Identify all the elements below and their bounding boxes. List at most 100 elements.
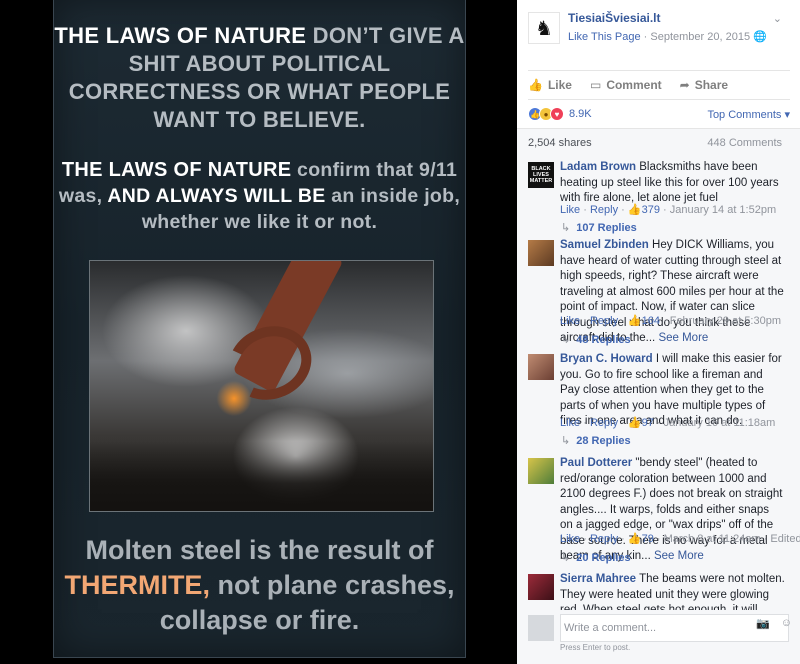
comment-meta: Like · Reply · 👍79 · March 8 at 11:24am … <box>560 532 800 545</box>
comment-like-link[interactable]: Like <box>560 417 580 429</box>
replies-label: 48 Replies <box>576 334 631 346</box>
like-page-link[interactable]: Like This Page <box>568 31 641 43</box>
reply-arrow-icon: ↳ <box>561 552 571 564</box>
comment-meta: Like · Reply · 👍164 · February 29 at 5:3… <box>560 314 781 327</box>
comment-body: Samuel Zbinden Hey DICK Williams, you ha… <box>560 238 785 347</box>
comment-label: Comment <box>606 78 662 92</box>
page-name[interactable]: TiesiaiŠviesiai.lt <box>568 11 661 25</box>
avatar-text: BLACK LIVES MATTER <box>529 166 553 184</box>
meta-sep: · <box>618 417 628 429</box>
post-date[interactable]: September 20, 2015 <box>650 31 750 43</box>
commenter-name[interactable]: Samuel Zbinden <box>560 239 649 251</box>
thumbs-up-icon: 👍 <box>627 533 642 545</box>
comment-bubble-icon: ▭ <box>589 78 602 92</box>
meta-sep: · <box>618 315 628 327</box>
meme-poster[interactable]: THE LAWS OF NATURE DON’T GIVE A SHIT ABO… <box>53 0 466 658</box>
like-label: Like <box>547 78 572 92</box>
love-reaction-icon: ♥ <box>550 107 564 121</box>
comment-input[interactable]: Write a comment... <box>560 614 789 642</box>
share-count[interactable]: 2,504 shares <box>528 137 592 149</box>
meta-sep: · <box>580 533 590 545</box>
post-options-chevron-icon[interactable]: ⌄ <box>773 12 782 25</box>
meta-sep: · <box>618 533 628 545</box>
avatar[interactable]: BLACK LIVES MATTER <box>528 162 554 188</box>
post-header: ♞ TiesiaiŠviesiai.lt Like This Page · Se… <box>517 0 800 60</box>
meta-sep: · <box>618 204 628 216</box>
meta-sep: · <box>580 315 590 327</box>
comment-text: "bendy steel" (heated to red/orange colo… <box>560 457 783 562</box>
replies-label: 28 Replies <box>576 435 631 447</box>
comment-like-count[interactable]: 164 <box>642 315 660 327</box>
comment-like-link[interactable]: Like <box>560 204 580 216</box>
comment: Bryan C. Howard I will make this easier … <box>517 352 800 452</box>
excavator-photo <box>89 260 434 512</box>
press-enter-hint: Press Enter to post. <box>560 643 631 652</box>
comment-body: Sierra Mahree The beams were not molten.… <box>560 572 785 610</box>
comment-like-count[interactable]: 97 <box>642 417 654 429</box>
view-replies-link[interactable]: ↳ 28 Replies <box>561 434 631 447</box>
share-arrow-icon: ➦ <box>679 78 690 92</box>
comment-time[interactable]: January 14 at 1:52pm <box>670 204 776 216</box>
view-replies-link[interactable]: ↳ 48 Replies <box>561 333 631 346</box>
reply-arrow-icon: ↳ <box>561 222 571 234</box>
view-replies-link[interactable]: ↳ 107 Replies <box>561 221 637 234</box>
see-more-link[interactable]: See More <box>658 332 708 344</box>
comment-like-link[interactable]: Like <box>560 533 580 545</box>
poster-headline: THE LAWS OF NATURE DON’T GIVE A SHIT ABO… <box>54 22 465 134</box>
comment-like-count[interactable]: 79 <box>642 533 654 545</box>
avatar[interactable] <box>528 458 554 484</box>
avatar[interactable] <box>528 354 554 380</box>
poster-claim-emph: THE LAWS OF NATURE <box>61 159 292 181</box>
comment-body: Ladam Brown Blacksmiths have been heatin… <box>560 160 785 207</box>
camera-icon[interactable]: 📷 <box>756 617 770 630</box>
see-more-link[interactable]: See More <box>654 550 704 562</box>
reply-arrow-icon: ↳ <box>561 435 571 447</box>
comment-text: Hey DICK Williams, you have heard of wat… <box>560 239 784 344</box>
comment-time[interactable]: March 8 at 11:24am <box>664 533 761 545</box>
poster-claim: THE LAWS OF NATURE confirm that 9/11 was… <box>54 157 465 235</box>
comment: Sierra Mahree The beams were not molten.… <box>517 572 800 610</box>
commenter-name[interactable]: Bryan C. Howard <box>560 353 653 365</box>
stats-row: 2,504 shares 448 Comments <box>517 128 800 154</box>
edited-label[interactable]: Edited <box>770 533 800 545</box>
comment-reply-link[interactable]: Reply <box>590 417 618 429</box>
comment: BLACK LIVES MATTER Ladam Brown Blacksmit… <box>517 158 800 236</box>
comment-list[interactable]: BLACK LIVES MATTER Ladam Brown Blacksmit… <box>517 154 800 610</box>
page-avatar[interactable]: ♞ <box>528 12 560 44</box>
comment-time[interactable]: January 16 at 11:18am <box>664 417 776 429</box>
view-replies-link[interactable]: ↳ 20 Replies <box>561 551 631 564</box>
rubble <box>90 441 433 511</box>
comment-like-count[interactable]: 379 <box>642 204 660 216</box>
share-label: Share <box>694 78 729 92</box>
poster-footer: Molten steel is the result of THERMITE, … <box>54 533 465 638</box>
comment-reply-link[interactable]: Reply <box>590 204 618 216</box>
photo-viewer: THE LAWS OF NATURE DON’T GIVE A SHIT ABO… <box>0 0 517 664</box>
comment-sort-dropdown[interactable]: Top Comments ▾ <box>707 108 790 121</box>
avatar[interactable] <box>528 240 554 266</box>
avatar[interactable] <box>528 574 554 600</box>
meta-sep: · <box>760 533 771 545</box>
comment-composer: Write a comment... 📷 ☺ Press Enter to po… <box>517 610 800 664</box>
action-bar: 👍 Like ▭ Comment ➦ Share <box>528 70 790 100</box>
commenter-name[interactable]: Paul Dotterer <box>560 457 632 469</box>
comment-like-link[interactable]: Like <box>560 315 580 327</box>
poster-footer-thermite: THERMITE, <box>64 570 210 600</box>
meta-sep: · <box>653 417 664 429</box>
share-button[interactable]: ➦ Share <box>680 78 728 92</box>
like-button[interactable]: 👍 Like <box>528 78 572 92</box>
thumbs-up-icon: 👍 <box>627 315 642 327</box>
thumbs-up-icon: 👍 <box>627 204 642 216</box>
comment-button[interactable]: ▭ Comment <box>590 78 662 92</box>
comment-reply-link[interactable]: Reply <box>590 533 618 545</box>
comment-time[interactable]: February 29 at 5:30pm <box>670 315 781 327</box>
thumbs-up-icon: 👍 <box>528 78 543 92</box>
comment-body: Paul Dotterer "bendy steel" (heated to r… <box>560 456 785 565</box>
commenter-name[interactable]: Ladam Brown <box>560 161 636 173</box>
comment-reply-link[interactable]: Reply <box>590 315 618 327</box>
emoji-icon[interactable]: ☺ <box>781 617 792 629</box>
poster-headline-emph: THE LAWS OF NATURE <box>54 23 307 48</box>
commenter-name[interactable]: Sierra Mahree <box>560 573 636 585</box>
comment: Paul Dotterer "bendy steel" (heated to r… <box>517 456 800 568</box>
replies-label: 107 Replies <box>576 222 637 234</box>
meta-sep: · <box>653 533 664 545</box>
